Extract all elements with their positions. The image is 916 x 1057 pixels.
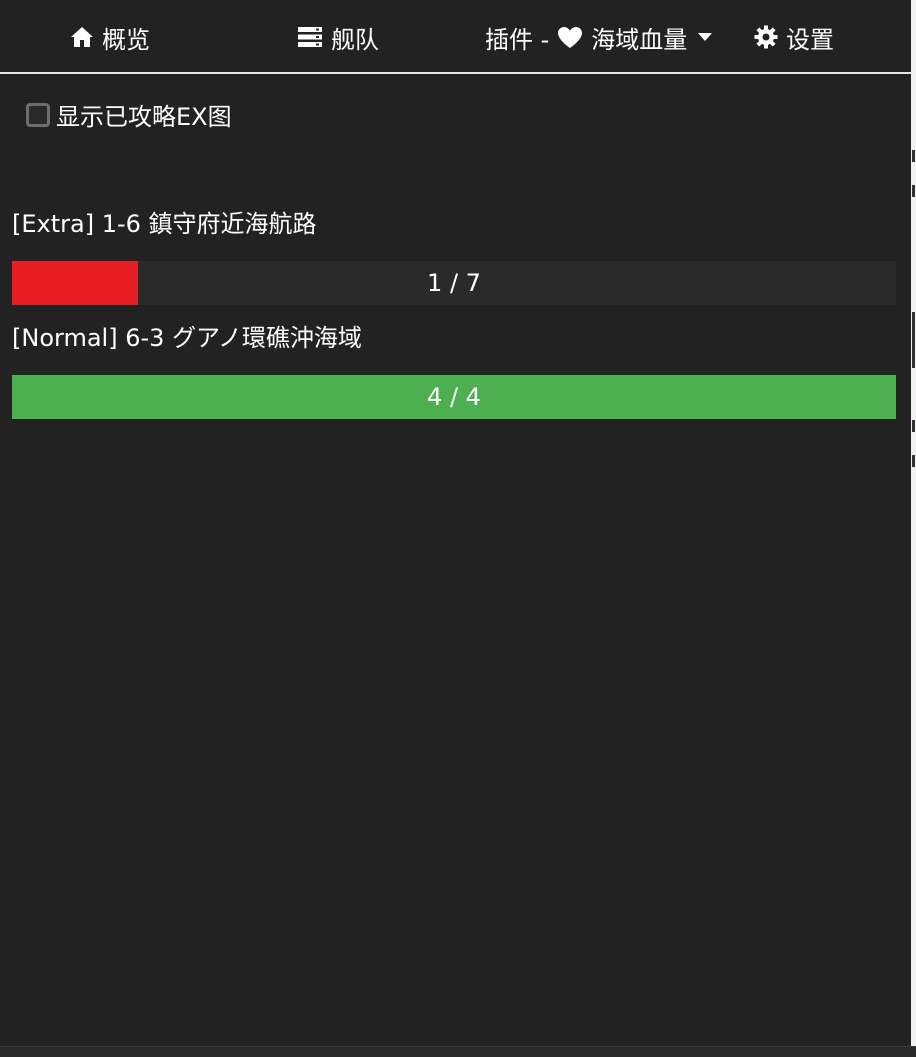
nav-plugin-prefix: 插件 - (485, 25, 550, 54)
nav-plugin-name: 海域血量 (591, 25, 688, 54)
map-hp-progress-bar: 4 / 4 (12, 375, 896, 419)
top-navbar: 概览 舰队 插件 - 海域血量 设置 (0, 0, 911, 74)
plugin-panel: 概览 舰队 插件 - 海域血量 设置 显示已攻略EX图 [Extra] 1-6 … (0, 0, 911, 1056)
gear-icon (754, 25, 778, 49)
show-cleared-ex-toggle[interactable]: 显示已攻略EX图 (26, 97, 232, 132)
map-hp-progress-bar: 1 / 7 (12, 261, 896, 305)
heart-icon (557, 26, 583, 49)
window-edge (911, 0, 916, 1056)
map-entry: [Normal] 6-3 グアノ環礁沖海域 4 / 4 (12, 321, 896, 419)
window-bottom-edge (0, 1046, 916, 1057)
progress-text: 1 / 7 (427, 269, 481, 297)
nav-fleet-label: 舰队 (331, 25, 379, 54)
nav-plugin-dropdown[interactable]: 插件 - 海域血量 (485, 0, 713, 74)
caret-down-icon (697, 32, 713, 42)
show-cleared-ex-checkbox[interactable] (26, 102, 50, 127)
map-title: [Normal] 6-3 グアノ環礁沖海域 (12, 324, 362, 352)
nav-settings-label: 设置 (786, 25, 834, 54)
nav-overview[interactable]: 概览 (70, 0, 150, 74)
home-icon (70, 26, 94, 48)
map-entry: [Extra] 1-6 鎮守府近海航路 1 / 7 (12, 207, 896, 305)
progress-text: 4 / 4 (427, 383, 481, 411)
nav-overview-label: 概览 (102, 25, 150, 54)
server-icon (297, 26, 323, 48)
nav-settings[interactable]: 设置 (754, 0, 834, 74)
nav-fleet[interactable]: 舰队 (297, 0, 379, 74)
map-title: [Extra] 1-6 鎮守府近海航路 (12, 210, 317, 238)
show-cleared-ex-label: 显示已攻略EX图 (56, 103, 232, 131)
